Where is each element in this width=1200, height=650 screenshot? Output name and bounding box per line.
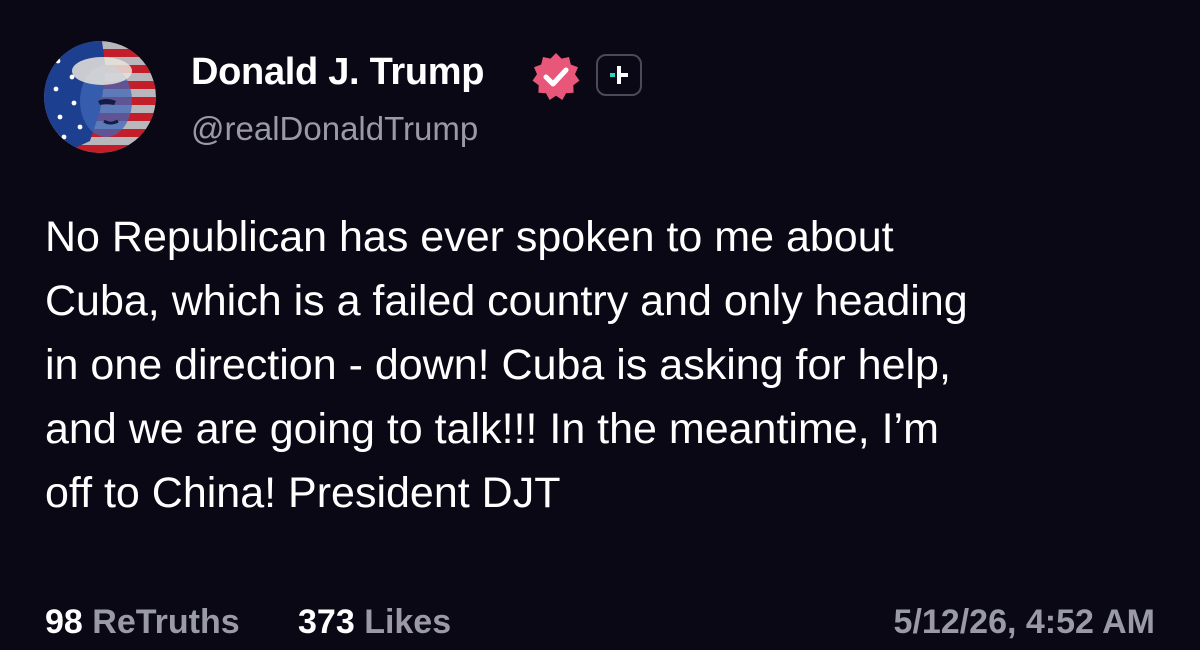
likes-stat[interactable]: 373 Likes <box>298 603 451 642</box>
post-body-line: off to China! President DJT <box>45 469 561 517</box>
plus-icon <box>610 66 628 84</box>
post-body-line: and we are going to talk!!! In the meant… <box>45 405 939 453</box>
post-body-line: Cuba, which is a failed country and only… <box>45 277 968 325</box>
likes-count: 373 <box>298 603 355 641</box>
verified-badge-icon <box>530 51 582 103</box>
retruths-count: 98 <box>45 603 83 641</box>
author-display-name[interactable]: Donald J. Trump <box>191 51 485 94</box>
post-card: Donald J. Trump @realDonaldTrump No Repu… <box>0 0 1200 650</box>
likes-label: Likes <box>364 603 452 641</box>
author-handle[interactable]: @realDonaldTrump <box>191 110 478 148</box>
avatar-flag-portrait-icon <box>44 41 156 153</box>
post-footer: 98 ReTruths 373 Likes 5/12/26, 4:52 AM <box>45 603 1155 645</box>
retruths-stat[interactable]: 98 ReTruths <box>45 603 240 642</box>
retruths-label: ReTruths <box>92 603 240 641</box>
post-timestamp[interactable]: 5/12/26, 4:52 AM <box>894 603 1155 642</box>
post-body-line: in one direction - down! Cuba is asking … <box>45 341 951 389</box>
post-body: No Republican has ever spoken to me abou… <box>45 205 1175 525</box>
truth-plus-badge[interactable] <box>596 54 642 96</box>
post-body-line: No Republican has ever spoken to me abou… <box>45 213 894 261</box>
avatar[interactable] <box>44 41 156 153</box>
